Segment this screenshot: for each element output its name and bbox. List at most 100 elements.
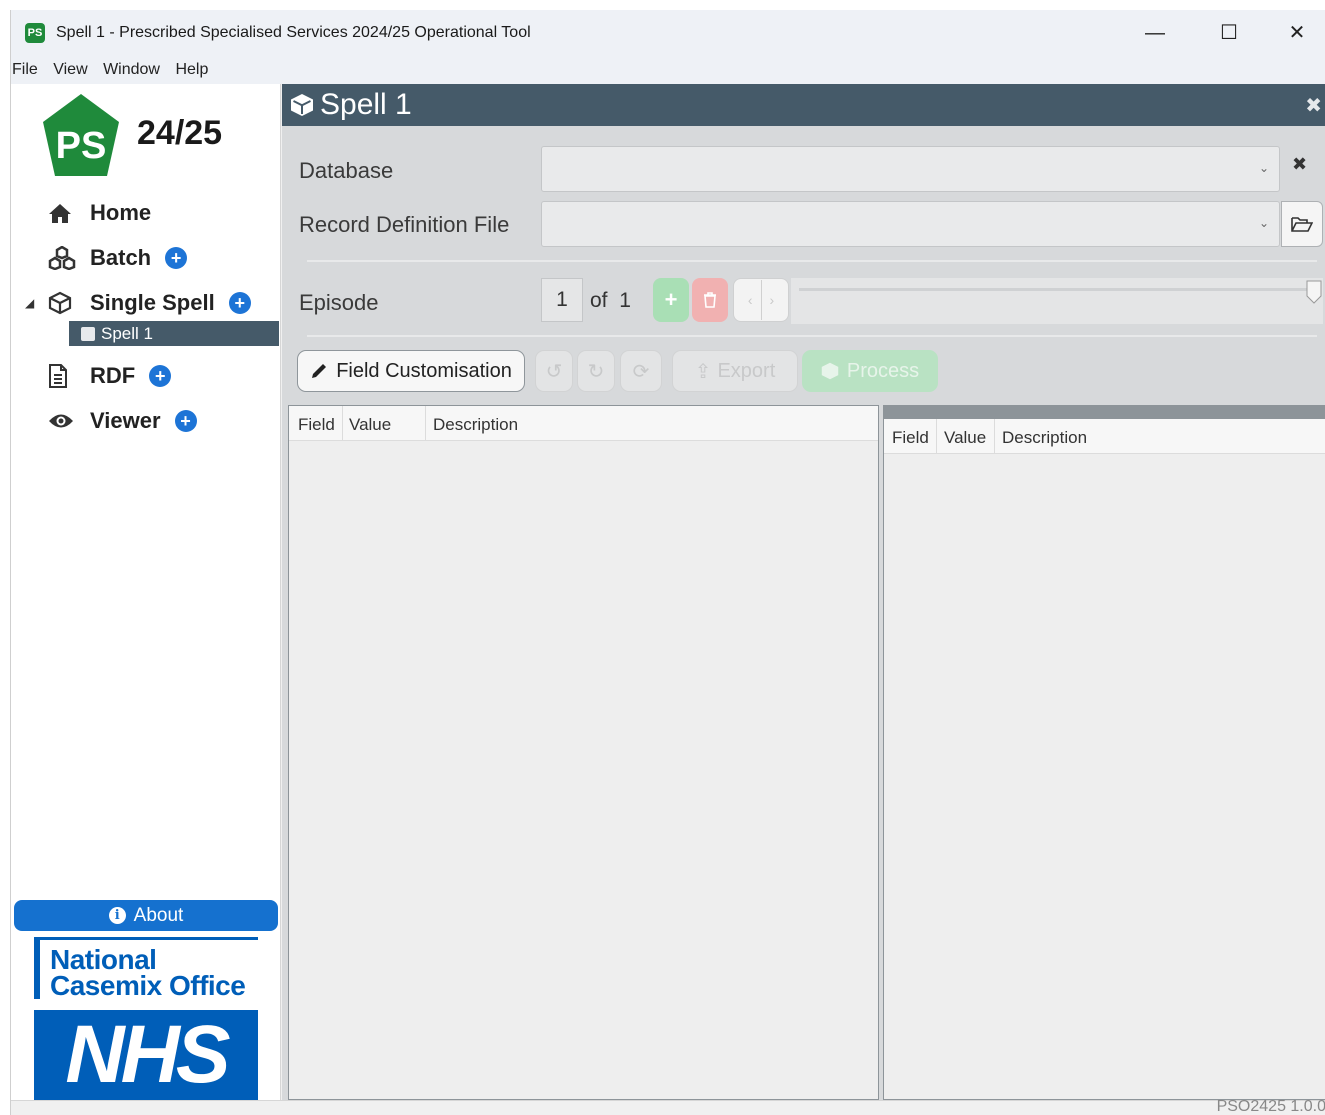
export-button[interactable]: ⇪ Export	[672, 350, 798, 392]
nav-home[interactable]: Home	[48, 198, 151, 228]
nco-line-2: Casemix Office	[50, 970, 246, 1001]
nav-rdf[interactable]: RDF +	[48, 361, 172, 391]
maximize-button[interactable]: ☐	[1206, 18, 1252, 48]
version-label: PSO2425 1.0.0	[1216, 1098, 1325, 1115]
nav-single-spell[interactable]: Single Spell +	[48, 288, 251, 318]
ps-logo-icon: PS	[43, 94, 119, 176]
add-rdf-button[interactable]: +	[149, 365, 172, 387]
chevron-down-icon: ⌄	[1258, 161, 1269, 175]
panel-title: Spell 1	[320, 88, 412, 121]
about-label: About	[133, 904, 184, 926]
add-single-spell-button[interactable]: +	[228, 292, 251, 314]
file-text-icon	[48, 364, 78, 388]
tree-item-spell-1[interactable]: Spell 1	[69, 321, 279, 346]
delete-episode-button[interactable]	[692, 278, 728, 322]
sidebar: PS 24/25 Home Batch + ◢ Single Spell + S…	[11, 84, 281, 1100]
window-title: Spell 1 - Prescribed Specialised Service…	[56, 24, 531, 41]
slider-thumb[interactable]	[1306, 280, 1322, 304]
chevron-down-icon: ⌄	[1258, 216, 1269, 230]
next-episode-icon[interactable]: ›	[770, 292, 775, 308]
cube-icon	[821, 362, 839, 380]
logo-year: 24/25	[137, 114, 223, 152]
export-label: Export	[717, 359, 776, 382]
episode-nav-buttons[interactable]: ‹ ›	[733, 278, 789, 322]
add-batch-button[interactable]: +	[165, 247, 188, 269]
episode-slider[interactable]	[791, 278, 1323, 324]
slider-track	[799, 288, 1321, 291]
divider	[307, 260, 1317, 262]
nav-home-label: Home	[90, 200, 152, 225]
database-select[interactable]: ⌄	[541, 146, 1280, 192]
episode-current[interactable]: 1	[541, 278, 583, 322]
column-field[interactable]: Field	[892, 428, 929, 448]
nav-batch[interactable]: Batch +	[48, 243, 188, 273]
folder-open-icon	[1291, 217, 1313, 232]
episode-label: Episode	[299, 290, 379, 315]
menu-window[interactable]: Window	[103, 56, 160, 84]
tree-item-spell-1-label: Spell 1	[101, 323, 153, 343]
refresh-button[interactable]: ⟳	[620, 350, 662, 392]
undo-icon: ↺	[545, 360, 563, 383]
grid-header: Field Value Description	[289, 406, 878, 441]
browse-rdf-button[interactable]	[1281, 201, 1323, 247]
column-description[interactable]: Description	[1002, 428, 1087, 448]
cubes-icon	[48, 246, 78, 270]
input-fields-grid[interactable]: Field Value Description	[288, 405, 879, 1100]
grid-header: Field Value Description	[884, 419, 1325, 454]
column-value[interactable]: Value	[944, 428, 986, 448]
app-icon: PS	[25, 23, 45, 43]
output-fields-grid[interactable]: Field Value Description	[883, 405, 1325, 1100]
redo-button[interactable]: ↻	[577, 350, 615, 392]
prev-episode-icon[interactable]: ‹	[748, 292, 753, 308]
spell-panel: Spell 1 ✖ Database ⌄ ✖ Record Definition…	[282, 84, 1325, 1100]
episode-total: 1	[619, 289, 631, 312]
eye-icon	[48, 409, 78, 433]
trash-icon	[704, 292, 716, 308]
spell-doc-icon	[81, 326, 95, 341]
svg-text:PS: PS	[56, 125, 107, 167]
add-episode-button[interactable]: +	[653, 278, 689, 322]
column-description[interactable]: Description	[433, 415, 518, 435]
nhs-logo: NHS	[34, 1010, 258, 1100]
clear-database-icon[interactable]: ✖	[1292, 154, 1307, 175]
cube-icon	[48, 291, 78, 315]
pencil-icon	[312, 364, 327, 378]
column-field[interactable]: Field	[298, 415, 335, 435]
database-label: Database	[299, 158, 394, 183]
add-viewer-button[interactable]: +	[174, 410, 197, 432]
menu-bar: File View Window Help	[11, 56, 1325, 84]
menu-view[interactable]: View	[53, 56, 87, 84]
title-bar: PS Spell 1 - Prescribed Specialised Serv…	[11, 10, 1325, 56]
menu-file[interactable]: File	[12, 56, 38, 84]
nav-batch-label: Batch	[90, 245, 152, 270]
cube-icon	[291, 94, 313, 116]
about-button[interactable]: i About	[14, 900, 278, 931]
episode-of: of 1	[590, 289, 631, 312]
close-window-button[interactable]: ✕	[1274, 18, 1320, 48]
collapse-arrow-icon[interactable]: ◢	[25, 296, 34, 310]
rdf-label: Record Definition File	[299, 212, 510, 237]
column-value[interactable]: Value	[349, 415, 391, 435]
nav-rdf-label: RDF	[90, 363, 136, 388]
info-icon: i	[108, 907, 126, 924]
app-window: PS Spell 1 - Prescribed Specialised Serv…	[10, 10, 1325, 1115]
divider	[307, 335, 1317, 337]
process-button[interactable]: Process	[802, 350, 938, 392]
national-casemix-office-logo: National Casemix Office	[34, 937, 258, 1001]
nav-single-spell-label: Single Spell	[90, 290, 215, 315]
process-label: Process	[846, 359, 920, 382]
nav-viewer-label: Viewer	[90, 408, 161, 433]
field-customisation-label: Field Customisation	[336, 359, 512, 382]
field-customisation-button[interactable]: Field Customisation	[297, 350, 525, 392]
minimize-button[interactable]: —	[1132, 18, 1178, 48]
refresh-icon: ⟳	[632, 360, 650, 383]
export-icon: ⇪	[694, 360, 712, 383]
menu-help[interactable]: Help	[175, 56, 208, 84]
home-icon	[48, 201, 78, 225]
rdf-select[interactable]: ⌄	[541, 201, 1280, 247]
undo-button[interactable]: ↺	[535, 350, 573, 392]
close-panel-icon[interactable]: ✖	[1305, 93, 1322, 118]
redo-icon: ↻	[587, 360, 605, 383]
nav-viewer[interactable]: Viewer +	[48, 406, 197, 436]
status-bar: PSO2425 1.0.0	[11, 1098, 1325, 1115]
